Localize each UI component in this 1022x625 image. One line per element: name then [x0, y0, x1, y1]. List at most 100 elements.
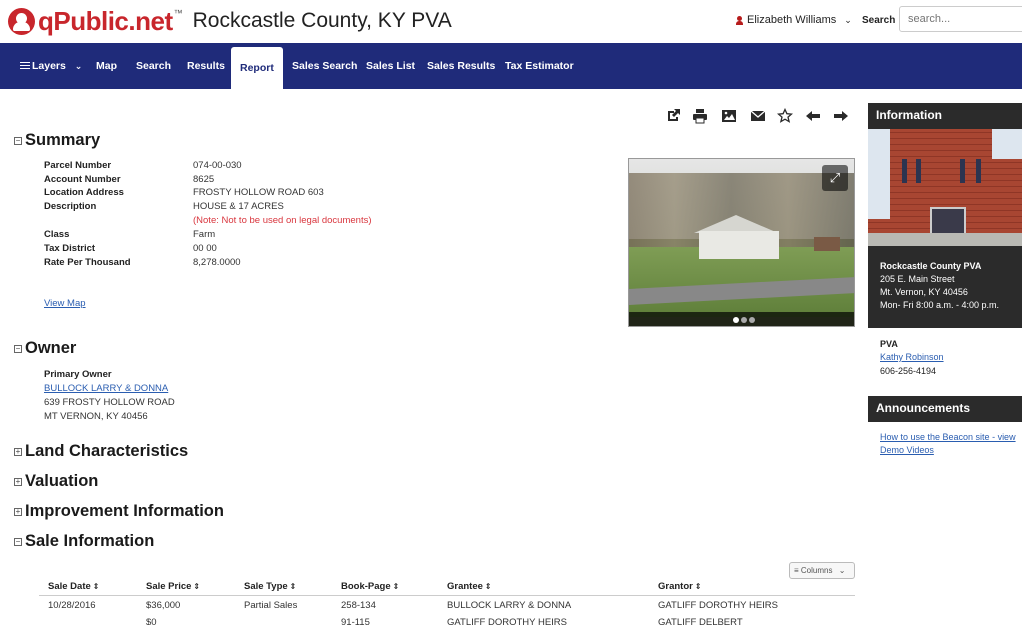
- expand-icon[interactable]: ⤢: [822, 165, 848, 191]
- chevron-down-icon: ⌄: [838, 566, 846, 575]
- owner-section-header[interactable]: − Owner: [14, 339, 76, 358]
- valuation-section-header[interactable]: + Valuation: [14, 472, 98, 491]
- class-value: Farm: [193, 229, 216, 240]
- sort-icon: ⇕: [193, 582, 201, 591]
- nav-map[interactable]: Map: [96, 43, 117, 89]
- columns-button[interactable]: ≡ Columns ⌄: [789, 562, 855, 579]
- qpublic-logo[interactable]: qPublic.net ™ Rockcastle County, KY PVA: [8, 5, 452, 37]
- office-city: Mt. Vernon, KY 40456: [880, 287, 968, 297]
- pva-label: PVA: [880, 339, 898, 349]
- tax-district-value: 00 00: [193, 243, 217, 254]
- office-building-photo: [868, 129, 1022, 246]
- qpublic-logo-icon: [8, 7, 35, 35]
- expand-toggle-icon: +: [14, 446, 22, 456]
- location-address-value: FROSTY HOLLOW ROAD 603: [193, 187, 324, 198]
- user-menu[interactable]: Elizabeth Williams ⌄: [736, 14, 852, 26]
- col-sale-price[interactable]: Sale Price ⇕: [146, 581, 200, 592]
- carousel-indicator: [733, 317, 755, 323]
- share-icon[interactable]: [665, 108, 681, 124]
- announcements-header: Announcements: [868, 396, 1022, 422]
- office-name: Rockcastle County PVA: [880, 261, 982, 271]
- trademark-symbol: ™: [173, 8, 183, 18]
- sort-icon: ⇕: [392, 582, 400, 591]
- owner-address-line1: 639 FROSTY HOLLOW ROAD: [44, 397, 175, 408]
- sale-information-section-header[interactable]: − Sale Information: [14, 532, 154, 551]
- search-label: Search: [862, 15, 896, 26]
- grantor-cell: GATLIFF DELBERT: [658, 617, 743, 625]
- rate-per-thousand-label: Rate Per Thousand: [44, 257, 131, 268]
- chevron-down-icon: ⌄: [844, 14, 852, 25]
- nav-sales-list[interactable]: Sales List: [366, 43, 415, 89]
- col-sale-date[interactable]: Sale Date ⇕: [48, 581, 99, 592]
- layers-icon: [20, 62, 30, 69]
- nav-layers[interactable]: Layers ⌄: [20, 43, 82, 89]
- print-icon[interactable]: [692, 108, 708, 124]
- nav-search[interactable]: Search: [136, 43, 171, 89]
- description-value: HOUSE & 17 ACRES: [193, 201, 284, 212]
- sort-icon: ⇕: [289, 582, 297, 591]
- sale-price-cell: $0: [146, 617, 157, 625]
- nav-report[interactable]: Report: [231, 47, 283, 89]
- primary-owner-label: Primary Owner: [44, 369, 112, 380]
- improvement-information-section-header[interactable]: + Improvement Information: [14, 502, 224, 521]
- expand-toggle-icon: +: [14, 476, 22, 486]
- pva-phone: 606-256-4194: [880, 366, 937, 376]
- announcement-link-continued[interactable]: Demo Videos: [880, 445, 934, 455]
- col-sale-type[interactable]: Sale Type ⇕: [244, 581, 296, 592]
- carousel-dot[interactable]: [733, 317, 739, 323]
- nav-results[interactable]: Results: [187, 43, 225, 89]
- arrow-right-icon[interactable]: [833, 108, 849, 124]
- nav-layers-label: Layers: [32, 60, 66, 72]
- property-photo[interactable]: ⤢: [628, 158, 855, 327]
- carousel-dot[interactable]: [741, 317, 747, 323]
- main-navbar: Layers ⌄ Map Search Results Report Sales…: [0, 43, 1022, 89]
- valuation-title: Valuation: [25, 472, 99, 490]
- parcel-number-label: Parcel Number: [44, 160, 112, 171]
- sort-icon: ⇕: [92, 582, 100, 591]
- chevron-down-icon: ⌄: [74, 61, 83, 71]
- star-icon[interactable]: [776, 107, 794, 124]
- nav-tax-estimator[interactable]: Tax Estimator: [505, 43, 574, 89]
- sale-date-cell: 10/28/2016: [48, 600, 96, 611]
- image-icon[interactable]: [721, 108, 737, 124]
- book-page-cell: 91-115: [341, 617, 370, 625]
- col-grantor[interactable]: Grantor ⇕: [658, 581, 702, 592]
- rate-per-thousand-value: 8,278.0000: [193, 257, 241, 268]
- search-input[interactable]: [899, 6, 1022, 32]
- view-map-link[interactable]: View Map: [44, 298, 86, 309]
- pva-name-link[interactable]: Kathy Robinson: [880, 352, 944, 362]
- collapse-icon: −: [14, 135, 22, 145]
- parcel-number-value: 074-00-030: [193, 160, 242, 171]
- land-characteristics-title: Land Characteristics: [25, 442, 189, 460]
- collapse-icon: −: [14, 536, 22, 546]
- account-number-label: Account Number: [44, 174, 121, 185]
- nav-sales-search[interactable]: Sales Search: [292, 43, 357, 89]
- information-header: Information: [868, 103, 1022, 129]
- summary-section-header[interactable]: − Summary: [14, 131, 100, 150]
- carousel-dot[interactable]: [749, 317, 755, 323]
- legal-note: (Note: Not to be used on legal documents…: [193, 215, 372, 226]
- arrow-left-icon[interactable]: [805, 108, 821, 124]
- county-title: Rockcastle County, KY PVA: [192, 9, 452, 32]
- office-hours: Mon- Fri 8:00 a.m. - 4:00 p.m.: [880, 300, 1000, 310]
- nav-sales-results[interactable]: Sales Results: [427, 43, 495, 89]
- improvement-information-title: Improvement Information: [25, 502, 224, 520]
- account-number-value: 8625: [193, 174, 215, 185]
- email-icon[interactable]: [750, 108, 766, 124]
- office-info-card: Rockcastle County PVA 205 E. Main Street…: [868, 246, 1022, 328]
- announcement-link[interactable]: How to use the Beacon site - view: [880, 432, 1016, 442]
- grantee-cell: GATLIFF DOROTHY HEIRS: [447, 617, 567, 625]
- columns-label: Columns: [800, 566, 833, 575]
- user-name: Elizabeth Williams: [747, 14, 837, 26]
- col-book-page[interactable]: Book-Page ⇕: [341, 581, 399, 592]
- owner-name-link[interactable]: BULLOCK LARRY & DONNA: [44, 383, 168, 394]
- col-grantee[interactable]: Grantee ⇕: [447, 581, 492, 592]
- location-address-label: Location Address: [44, 187, 124, 198]
- owner-address-line2: MT VERNON, KY 40456: [44, 411, 148, 422]
- grantee-cell: BULLOCK LARRY & DONNA: [447, 600, 572, 611]
- summary-title: Summary: [25, 131, 101, 149]
- collapse-icon: −: [14, 343, 22, 353]
- sort-icon: ⇕: [694, 582, 702, 591]
- land-characteristics-section-header[interactable]: + Land Characteristics: [14, 442, 188, 461]
- sort-icon: ⇕: [484, 582, 492, 591]
